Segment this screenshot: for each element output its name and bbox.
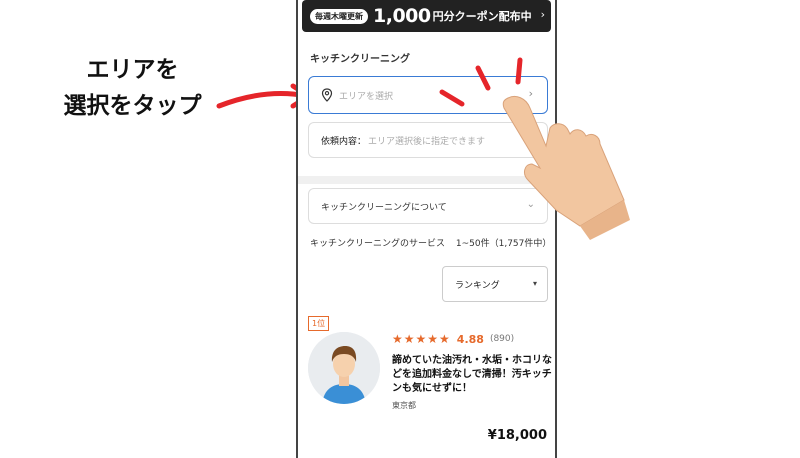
location-pin-icon <box>321 88 333 102</box>
tapping-hand-icon <box>439 57 630 240</box>
person-avatar-icon <box>308 332 380 404</box>
chevron-right-icon: › <box>540 8 545 21</box>
listing-title: キッチンクリーニングのサービス <box>310 239 446 249</box>
service-description[interactable]: 諦めていた油汚れ・水垢・ホコリなどを追加料金なしで清掃！汚キッチンも気にせずに！ <box>392 354 552 396</box>
service-location: 東京都 <box>392 401 416 410</box>
rating-value: 4.88 <box>456 332 484 346</box>
sort-label: ランキング <box>455 280 500 291</box>
service-price: ¥18,000 <box>487 428 547 443</box>
rank-badge: 1位 <box>308 316 330 331</box>
caret-down-icon: ▾ <box>532 279 537 288</box>
coupon-banner[interactable]: 毎週木曜更新 1,000 円分クーポン配布中 › <box>302 0 551 32</box>
provider-avatar[interactable] <box>308 332 380 404</box>
coupon-text: 円分クーポン配布中 <box>432 10 532 23</box>
area-placeholder: エリアを選択 <box>339 91 394 102</box>
review-count: (890) <box>489 334 515 344</box>
star-rating-icon: ★★★★★ <box>392 332 451 346</box>
rating-row: ★★★★★ 4.88 (890) <box>392 332 514 346</box>
annotation-label: エリアを 選択をタップ <box>40 52 225 124</box>
listing-count: 1~50件（1,757件中） <box>455 239 552 249</box>
annotation-line-2: 選択をタップ <box>63 93 202 119</box>
update-badge: 毎週木曜更新 <box>310 8 368 24</box>
request-label: 依頼内容： <box>321 136 367 147</box>
sort-dropdown[interactable]: ランキング ▾ <box>442 266 548 302</box>
service-title: キッチンクリーニング <box>310 54 410 65</box>
coupon-amount: 1,000 <box>373 5 431 27</box>
annotation-line-1: エリアを <box>86 57 179 83</box>
about-label: キッチンクリーニングについて <box>321 202 447 213</box>
